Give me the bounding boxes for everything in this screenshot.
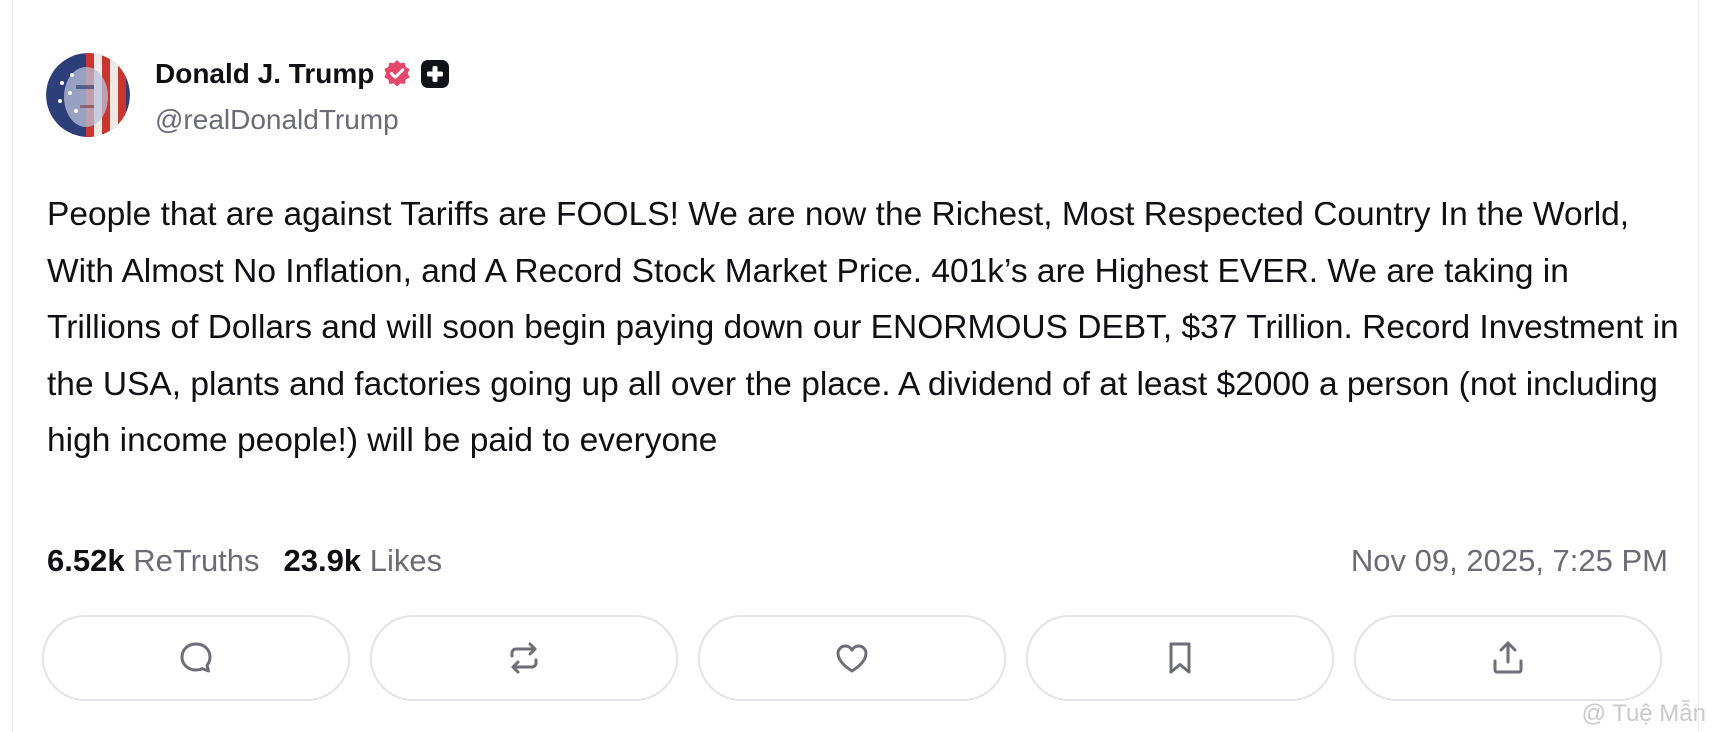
retruths-stat[interactable]: 6.52k ReTruths [47, 543, 260, 579]
post-stats: 6.52k ReTruths 23.9k Likes [47, 543, 442, 579]
action-bar [42, 615, 1662, 701]
plus-badge-icon [421, 60, 450, 88]
likes-stat[interactable]: 23.9k Likes [284, 543, 443, 579]
page: Donald J. Trump @realDonaldTrump People … [0, 0, 1712, 732]
author-handle[interactable]: @realDonaldTrump [155, 104, 399, 136]
post-text: People that are against Tariffs are FOOL… [47, 196, 1688, 459]
heart-icon [836, 644, 868, 673]
reply-button[interactable] [42, 615, 350, 701]
likes-count: 23.9k [283, 543, 362, 578]
avatar-image [46, 53, 130, 137]
watermark: @ Tuệ Mẫn [1581, 700, 1706, 727]
retruths-count: 6.52k [47, 543, 125, 578]
comment-icon [180, 642, 212, 673]
bookmark-button[interactable] [1026, 615, 1334, 701]
like-button[interactable] [698, 615, 1006, 701]
avatar[interactable] [46, 53, 130, 137]
retruth-button[interactable] [370, 615, 678, 701]
post-card: Donald J. Trump @realDonaldTrump People … [12, 0, 1699, 732]
author-name-row: Donald J. Trump [155, 58, 450, 90]
share-icon [1493, 641, 1523, 674]
share-button[interactable] [1354, 615, 1662, 701]
retruths-label: ReTruths [133, 543, 260, 578]
post-timestamp[interactable]: Nov 09, 2025, 7:25 PM [1351, 543, 1668, 579]
author-display-name[interactable]: Donald J. Trump [155, 58, 374, 90]
likes-label: Likes [369, 543, 443, 578]
verified-badge-icon [384, 60, 410, 87]
repost-icon [510, 642, 538, 674]
bookmark-icon [1169, 642, 1191, 674]
